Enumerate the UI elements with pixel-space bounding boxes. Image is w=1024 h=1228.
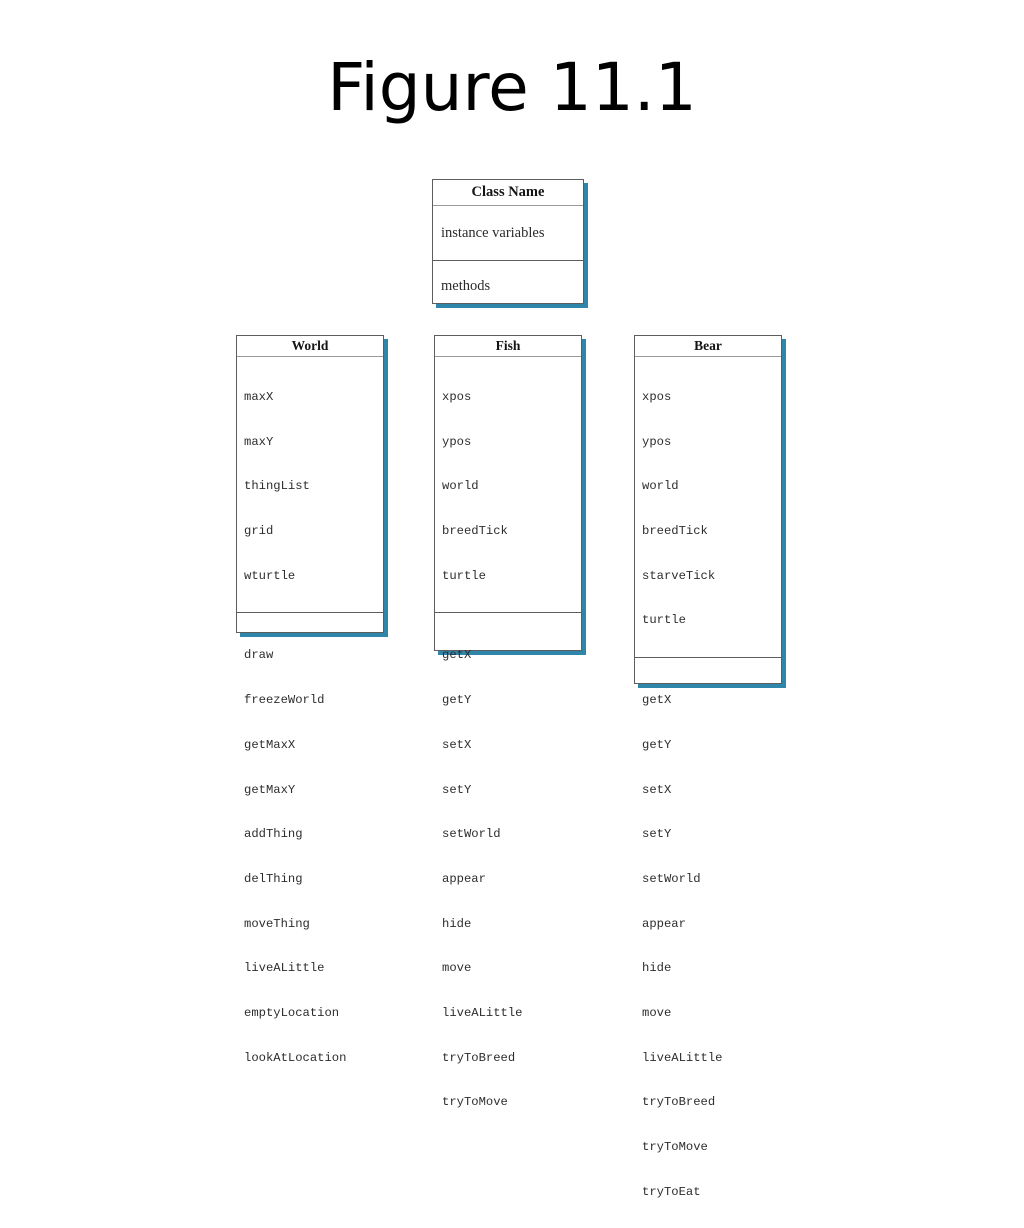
- attribute-item: ypos: [442, 434, 472, 449]
- attribute-item: xpos: [442, 390, 472, 404]
- uml-methods-fish: getX getY setX setY setWorld appear hide…: [435, 612, 581, 1139]
- method-item: hide: [642, 961, 672, 976]
- method-item: tryToMove: [442, 1095, 508, 1110]
- page-title: Figure 11.1: [327, 49, 697, 126]
- method-item: delThing: [244, 871, 303, 886]
- uml-class-header-world: World: [237, 336, 383, 357]
- method-item: hide: [442, 916, 472, 931]
- uml-template-box: Class Name instance variables methods: [432, 179, 584, 304]
- method-item: liveALittle: [442, 1005, 523, 1020]
- method-item: moveThing: [244, 916, 310, 931]
- method-item: getY: [442, 693, 472, 708]
- method-item: getMaxY: [244, 782, 296, 797]
- method-item: setX: [442, 737, 472, 752]
- uml-attributes-world: maxX maxY thingList grid wturtle: [237, 357, 383, 612]
- method-item: tryToEat: [642, 1184, 701, 1199]
- attribute-item: thingList: [244, 479, 310, 494]
- method-item: setX: [642, 782, 672, 797]
- attribute-item: wturtle: [244, 568, 296, 583]
- attribute-item: world: [442, 479, 479, 494]
- uml-template-attributes: instance variables: [441, 225, 545, 241]
- method-item: tryToBreed: [642, 1095, 716, 1110]
- uml-methods-bear: getX getY setX setY setWorld appear hide…: [635, 657, 781, 1228]
- attribute-item: maxY: [244, 434, 274, 449]
- uml-template-header: Class Name: [433, 180, 583, 206]
- method-item: emptyLocation: [244, 1005, 340, 1020]
- method-item: getY: [642, 737, 672, 752]
- uml-attributes-fish: xpos ypos world breedTick turtle: [435, 357, 581, 612]
- method-item: lookAtLocation: [244, 1050, 347, 1065]
- uml-class-box-bear: Bear xpos ypos world breedTick starveTic…: [634, 335, 782, 1199]
- uml-class-header-bear: Bear: [635, 336, 781, 357]
- method-item: liveALittle: [642, 1050, 723, 1065]
- slide-canvas: Figure 11.1 Class Name instance variable…: [0, 0, 1024, 1199]
- method-item: move: [642, 1005, 672, 1020]
- method-item: addThing: [244, 827, 303, 842]
- method-item: tryToBreed: [442, 1050, 516, 1065]
- uml-class-box-fish: Fish xpos ypos world breedTick turtle ge…: [434, 335, 582, 1109]
- uml-methods-world: draw freezeWorld getMaxX getMaxY addThin…: [237, 612, 383, 1094]
- attribute-item: starveTick: [642, 568, 716, 583]
- method-item: setWorld: [442, 827, 501, 842]
- attribute-item: maxX: [244, 390, 274, 404]
- attribute-item: xpos: [642, 390, 672, 404]
- method-item: setWorld: [642, 871, 701, 886]
- attribute-item: breedTick: [642, 524, 708, 539]
- method-item: liveALittle: [244, 961, 325, 976]
- method-item: setY: [642, 827, 672, 842]
- method-item: getMaxX: [244, 737, 296, 752]
- method-item: appear: [642, 916, 686, 931]
- attribute-item: breedTick: [442, 524, 508, 539]
- method-item: appear: [442, 871, 486, 886]
- uml-class-box-world: World maxX maxY thingList grid wturtle d…: [236, 335, 384, 1065]
- attribute-item: turtle: [642, 613, 686, 628]
- attribute-item: grid: [244, 524, 274, 539]
- method-item: getX: [642, 693, 672, 708]
- method-item: getX: [442, 648, 472, 663]
- uml-template-methods: methods: [433, 260, 583, 303]
- attribute-item: ypos: [642, 434, 672, 449]
- attribute-item: turtle: [442, 568, 486, 583]
- attribute-item: world: [642, 479, 679, 494]
- method-item: setY: [442, 782, 472, 797]
- method-item: move: [442, 961, 472, 976]
- uml-attributes-bear: xpos ypos world breedTick starveTick tur…: [635, 357, 781, 657]
- method-item: tryToMove: [642, 1140, 708, 1154]
- uml-class-header-fish: Fish: [435, 336, 581, 357]
- method-item: freezeWorld: [244, 693, 325, 708]
- method-item: draw: [244, 648, 274, 663]
